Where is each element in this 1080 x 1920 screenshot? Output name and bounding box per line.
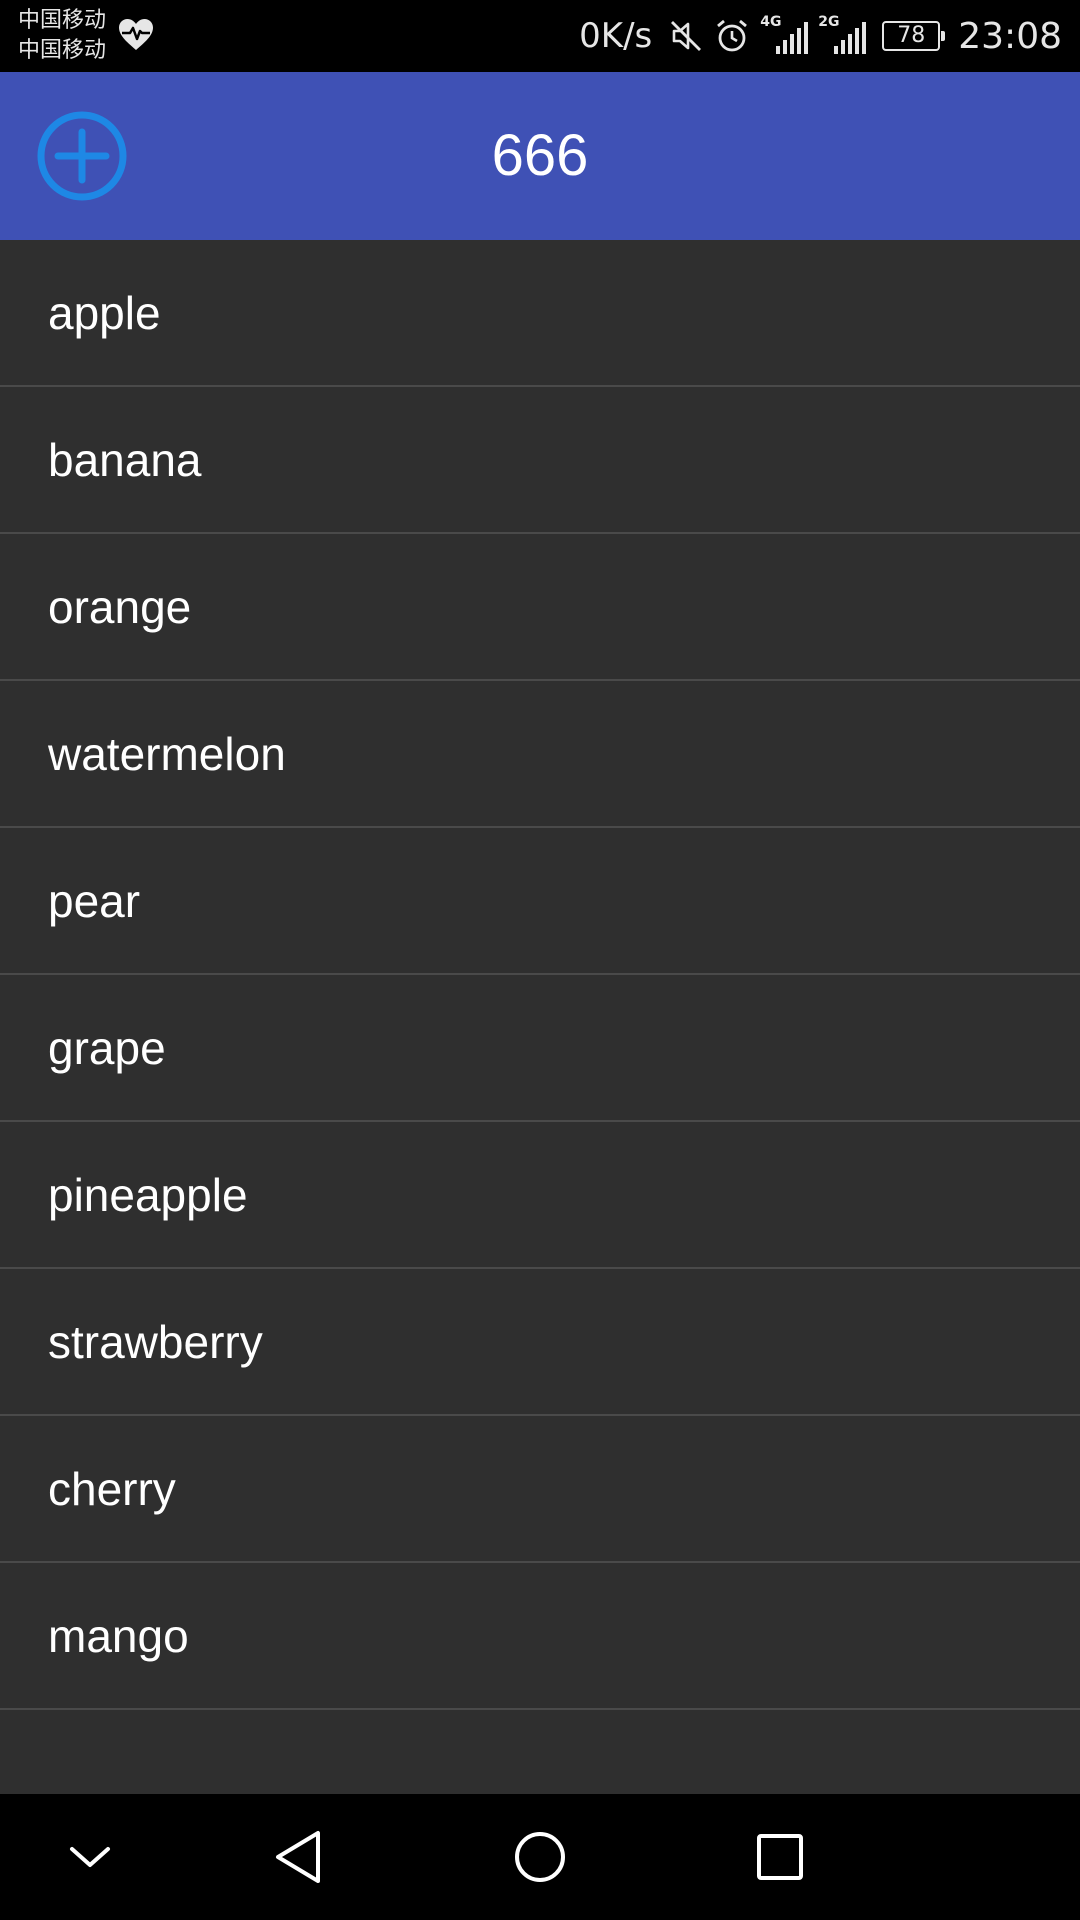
network-type-2: 2G bbox=[818, 14, 840, 30]
list-item-label: orange bbox=[48, 580, 192, 633]
net-speed: 0K/s bbox=[579, 16, 653, 56]
home-icon[interactable] bbox=[508, 1825, 572, 1889]
app-title: 666 bbox=[491, 123, 589, 188]
signal-4g: 4G bbox=[760, 14, 809, 56]
status-indicators: 0K/s 4G 2G 78 23:08 bbox=[579, 0, 1062, 72]
list-item-strawberry[interactable]: strawberry bbox=[0, 1269, 1080, 1416]
list-item-mango[interactable]: mango bbox=[0, 1563, 1080, 1710]
mute-icon bbox=[671, 21, 702, 51]
fruit-list: apple banana orange watermelon pear grap… bbox=[0, 240, 1080, 1794]
heart-rate-icon bbox=[119, 19, 153, 50]
list-item-watermelon[interactable]: watermelon bbox=[0, 681, 1080, 828]
list-item-label: watermelon bbox=[48, 727, 286, 780]
app-screen: 中国移动 中国移动 0K/s 4G 2G 78 23:08 666 apple … bbox=[0, 0, 1080, 1920]
list-item-label: strawberry bbox=[48, 1315, 263, 1368]
list-item-cherry[interactable]: cherry bbox=[0, 1416, 1080, 1563]
list-item-label: pineapple bbox=[48, 1168, 248, 1221]
list-item-banana[interactable]: banana bbox=[0, 387, 1080, 534]
add-circle-icon[interactable] bbox=[36, 110, 128, 202]
list-item-label: cherry bbox=[48, 1462, 176, 1515]
chevron-down-icon[interactable] bbox=[58, 1825, 122, 1889]
recents-icon[interactable] bbox=[748, 1825, 812, 1889]
list-item-label: grape bbox=[48, 1021, 166, 1074]
list-item-orange[interactable]: orange bbox=[0, 534, 1080, 681]
carrier-name-2: 中国移动 bbox=[18, 38, 107, 63]
list-item-pear[interactable]: pear bbox=[0, 828, 1080, 975]
list-item-label: apple bbox=[48, 286, 161, 339]
network-type-1: 4G bbox=[760, 14, 782, 30]
battery-icon: 78 bbox=[882, 21, 946, 51]
carrier-info: 中国移动 中国移动 bbox=[18, 6, 106, 66]
list-item-label: pear bbox=[48, 874, 141, 927]
navigation-bar bbox=[0, 1794, 1080, 1920]
battery-level: 78 bbox=[897, 23, 926, 48]
back-icon[interactable] bbox=[268, 1825, 332, 1889]
signal-2g: 2G bbox=[818, 14, 867, 56]
clock: 23:08 bbox=[958, 15, 1062, 57]
alarm-icon bbox=[717, 19, 748, 52]
list-item-label: mango bbox=[48, 1609, 189, 1662]
app-bar: 666 bbox=[0, 72, 1080, 240]
list-item-label: banana bbox=[48, 433, 202, 486]
list-item-pineapple[interactable]: pineapple bbox=[0, 1122, 1080, 1269]
list-item-partial[interactable] bbox=[0, 1710, 1080, 1794]
status-bar: 中国移动 中国移动 0K/s 4G 2G 78 23:08 bbox=[0, 0, 1080, 72]
list-item-apple[interactable]: apple bbox=[0, 240, 1080, 387]
carrier-name-1: 中国移动 bbox=[18, 8, 107, 33]
list-item-grape[interactable]: grape bbox=[0, 975, 1080, 1122]
